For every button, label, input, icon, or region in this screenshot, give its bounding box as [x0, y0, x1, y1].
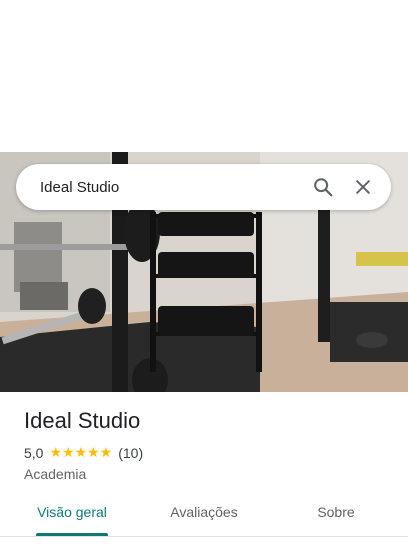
close-icon	[356, 180, 370, 194]
rating-row[interactable]: 5,0 ★★★★★ (10)	[24, 444, 143, 461]
rating-value: 5,0	[24, 444, 44, 461]
tab-about[interactable]: Sobre	[306, 504, 366, 520]
tab-bar: Visão geral Avaliações Sobre	[0, 496, 408, 536]
place-category[interactable]: Academia	[24, 466, 86, 482]
tab-overview[interactable]: Visão geral	[36, 504, 108, 520]
divider	[0, 536, 408, 537]
place-title: Ideal Studio	[24, 408, 141, 433]
close-button[interactable]	[343, 167, 383, 207]
star-rating-icon: ★★★★★	[49, 444, 113, 460]
search-input[interactable]: Ideal Studio	[16, 179, 303, 196]
tab-reviews[interactable]: Avaliações	[160, 504, 248, 520]
search-bar[interactable]: Ideal Studio	[16, 164, 391, 210]
search-button[interactable]	[303, 167, 343, 207]
review-count[interactable]: (10)	[118, 445, 143, 461]
search-icon	[314, 178, 333, 197]
